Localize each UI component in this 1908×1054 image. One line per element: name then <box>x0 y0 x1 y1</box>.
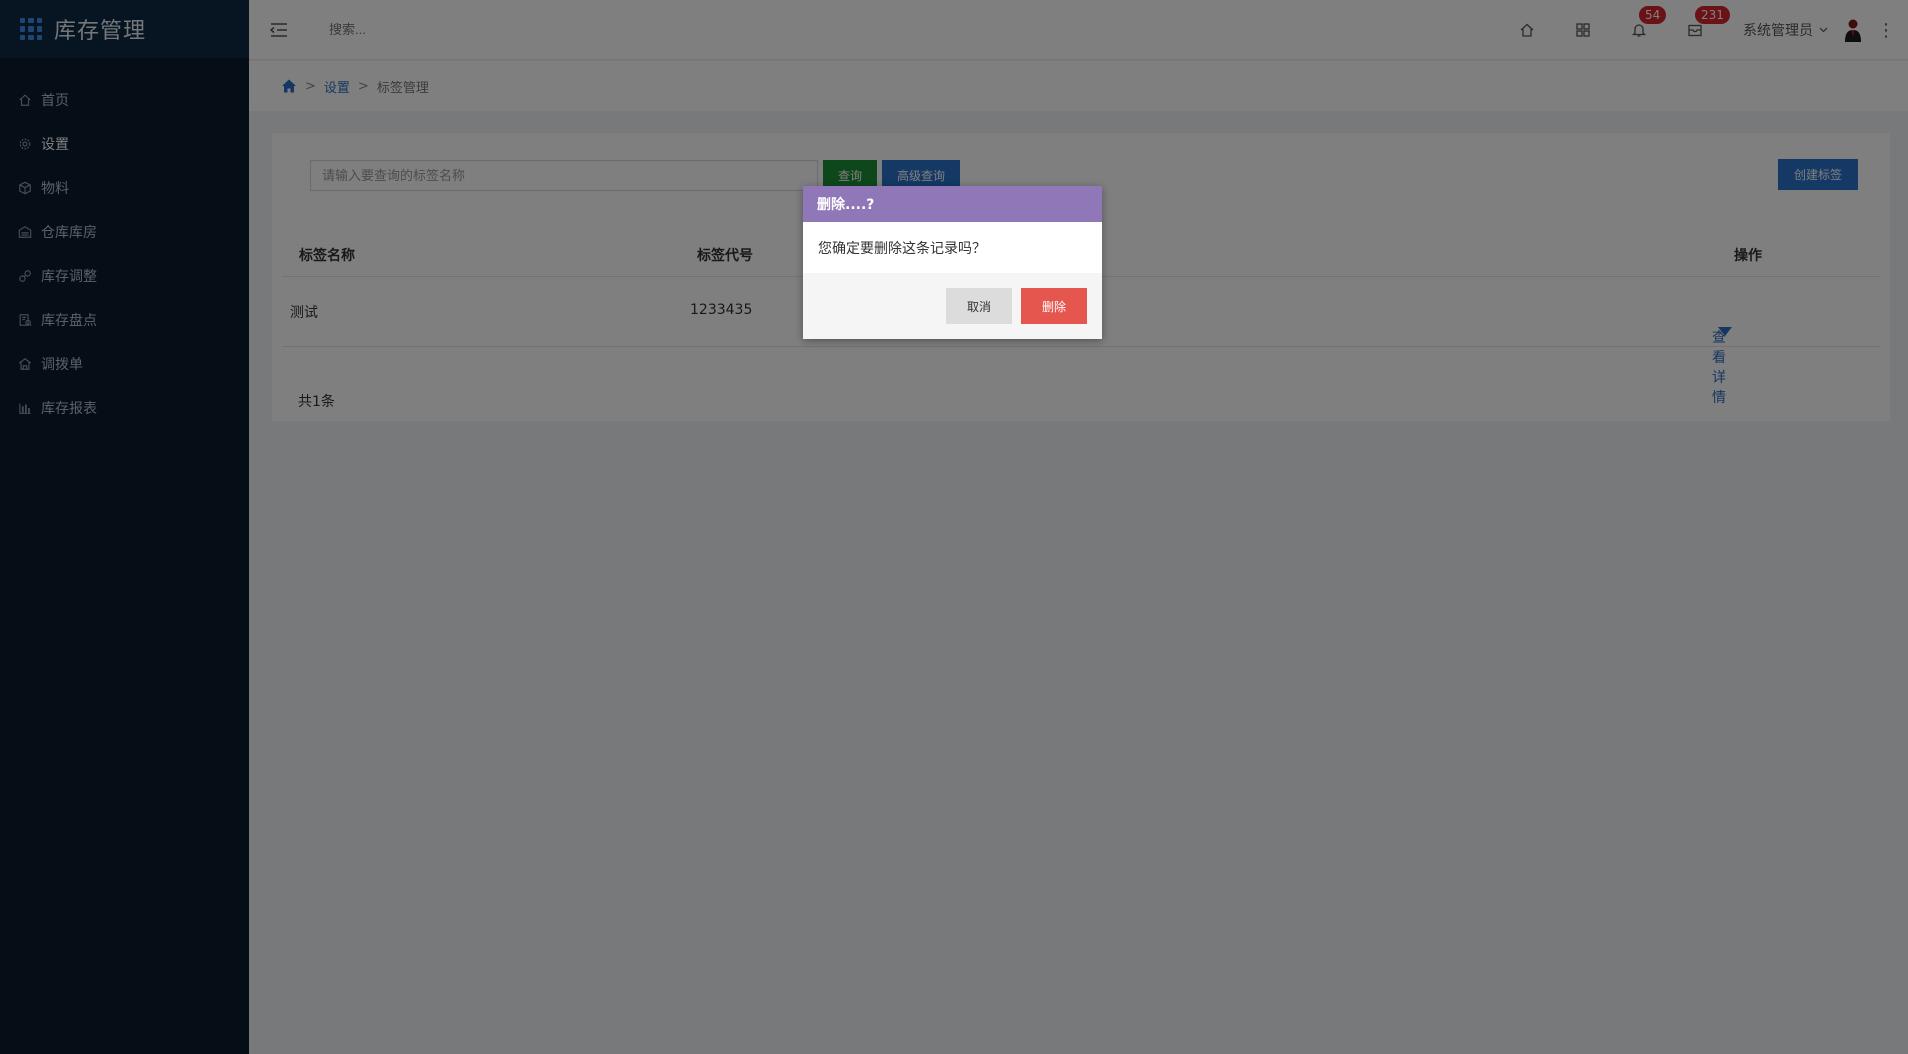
dialog-title: 删除....? <box>803 186 1102 222</box>
cancel-button[interactable]: 取消 <box>945 288 1012 324</box>
delete-button[interactable]: 删除 <box>1020 288 1087 324</box>
modal-backdrop[interactable] <box>0 0 1908 1054</box>
dialog-footer: 取消 删除 <box>803 273 1102 339</box>
delete-confirm-dialog: 删除....? 您确定要删除这条记录吗？ 取消 删除 <box>803 186 1102 339</box>
dialog-message: 您确定要删除这条记录吗？ <box>818 240 986 257</box>
